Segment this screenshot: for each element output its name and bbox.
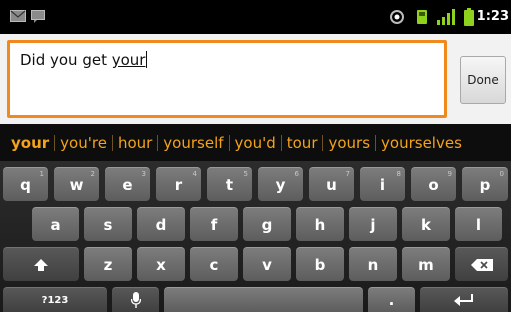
key-s[interactable]: s: [84, 207, 132, 241]
key-f[interactable]: f: [190, 207, 238, 241]
shift-key[interactable]: [3, 247, 79, 281]
key-h[interactable]: h: [296, 207, 344, 241]
key-q[interactable]: q1: [3, 167, 48, 201]
key-v[interactable]: v: [243, 247, 291, 281]
key-k[interactable]: k: [402, 207, 450, 241]
symbols-key[interactable]: ?123: [3, 287, 107, 312]
key-o[interactable]: o9: [411, 167, 456, 201]
suggestion-item[interactable]: yours: [323, 134, 375, 152]
key-p[interactable]: p0: [462, 167, 508, 201]
gps-icon: [390, 10, 404, 24]
suggestion-item[interactable]: you're: [55, 134, 112, 152]
compose-area: Did you get your Done: [0, 34, 511, 124]
battery-icon: [464, 8, 474, 26]
key-d[interactable]: d: [137, 207, 185, 241]
key-label: p: [479, 175, 491, 194]
message-text: Did you get your: [20, 51, 148, 69]
signal-icon: [437, 9, 455, 25]
key-z[interactable]: z: [84, 247, 132, 281]
suggestion-strip: your you're hour yourself you'd tour you…: [0, 124, 511, 161]
key-y[interactable]: y6: [258, 167, 303, 201]
key-w[interactable]: w2: [54, 167, 99, 201]
composing-word: your: [111, 51, 146, 69]
key-label: e: [122, 175, 133, 194]
done-button[interactable]: Done: [460, 56, 506, 104]
soft-keyboard: q1 w2 e3 r4 t5 y6 u7 i8 o9 p0 a s d f g …: [0, 161, 511, 312]
key-hint: 3: [141, 170, 146, 178]
key-label: t: [225, 175, 234, 194]
sd-icon: [417, 10, 427, 24]
key-u[interactable]: u7: [309, 167, 354, 201]
typed-text: Did you get: [20, 51, 112, 69]
suggestion-item[interactable]: you'd: [230, 134, 281, 152]
microphone-icon: [130, 292, 141, 308]
suggestion-item[interactable]: your: [11, 134, 54, 152]
clock: 1:23: [476, 9, 509, 24]
key-hint: 9: [447, 170, 452, 178]
suggestion-item[interactable]: yourself: [158, 134, 228, 152]
status-bar: 1:23: [0, 0, 511, 34]
key-i[interactable]: i8: [360, 167, 405, 201]
key-l[interactable]: l: [455, 207, 502, 241]
message-input[interactable]: Did you get your: [7, 40, 447, 118]
enter-icon: [454, 294, 473, 306]
key-label: r: [174, 175, 183, 194]
key-hint: 4: [192, 170, 197, 178]
key-j[interactable]: j: [349, 207, 397, 241]
delete-key[interactable]: [455, 247, 508, 281]
suggestion-item[interactable]: tour: [282, 134, 323, 152]
key-n[interactable]: n: [349, 247, 397, 281]
text-cursor: [146, 51, 148, 68]
key-hint: 6: [294, 170, 299, 178]
key-hint: 1: [39, 170, 44, 178]
key-x[interactable]: x: [137, 247, 185, 281]
key-label: o: [428, 175, 439, 194]
space-bar[interactable]: [164, 287, 363, 312]
key-hint: 2: [90, 170, 95, 178]
key-label: q: [20, 175, 31, 194]
key-label: u: [326, 175, 337, 194]
key-label: w: [69, 175, 84, 194]
key-m[interactable]: m: [402, 247, 450, 281]
key-b[interactable]: b: [296, 247, 344, 281]
key-hint: 5: [243, 170, 248, 178]
key-a[interactable]: a: [32, 207, 79, 241]
key-g[interactable]: g: [243, 207, 291, 241]
mail-icon: [10, 10, 26, 22]
key-hint: 8: [396, 170, 401, 178]
voice-input-key[interactable]: [112, 287, 159, 312]
key-r[interactable]: r4: [156, 167, 201, 201]
shift-icon: [34, 258, 48, 271]
enter-key[interactable]: [420, 287, 508, 312]
suggestion-item[interactable]: yourselves: [376, 134, 467, 152]
key-label: y: [275, 175, 286, 194]
key-e[interactable]: e3: [105, 167, 150, 201]
key-t[interactable]: t5: [207, 167, 252, 201]
key-label: i: [379, 175, 386, 194]
key-c[interactable]: c: [190, 247, 238, 281]
key-period[interactable]: .: [368, 287, 415, 312]
backspace-icon: [470, 258, 493, 271]
key-hint: 7: [345, 170, 350, 178]
key-hint: 0: [499, 170, 504, 178]
message-icon: [31, 10, 45, 23]
suggestion-item[interactable]: hour: [113, 134, 157, 152]
